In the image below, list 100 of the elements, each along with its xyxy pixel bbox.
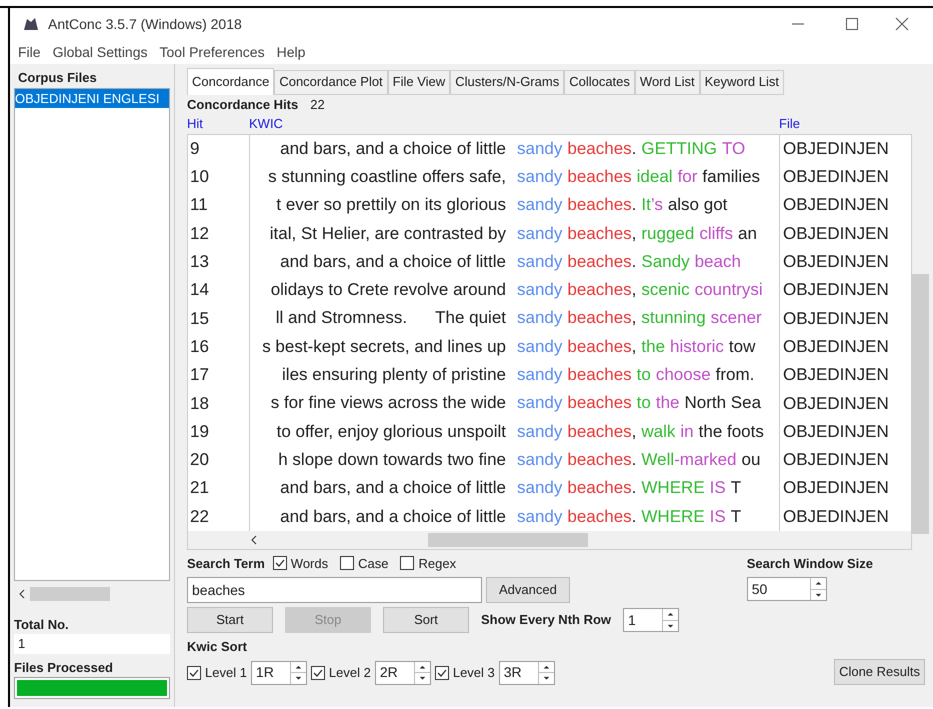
context-word: sandy [517, 166, 562, 187]
context-word: ou [742, 450, 760, 470]
action-button[interactable]: Start [187, 607, 273, 634]
close-icon[interactable] [895, 17, 909, 31]
checkbox[interactable] [187, 666, 201, 680]
app-logo-icon [22, 16, 40, 32]
advanced-button[interactable]: Advanced [486, 577, 570, 604]
context-word: . [632, 195, 636, 216]
context-word: beaches [567, 450, 632, 470]
table-cell-text: OBJEDINJEN [782, 308, 886, 330]
context-word: also got [668, 195, 728, 216]
context-word: from. [716, 365, 754, 386]
context-word: cliffs [699, 224, 734, 244]
table-cell-text: OBJEDINJEN [782, 279, 886, 302]
checkbox[interactable] [272, 556, 287, 570]
context-word: -marked [674, 450, 736, 470]
scrollbar[interactable] [188, 530, 911, 549]
menu-item[interactable]: Global Settings [52, 42, 148, 62]
context-word: ’s [650, 195, 663, 216]
left-context: and bars, and a choice of little [279, 138, 507, 159]
context-word: beach [694, 252, 741, 272]
tab[interactable]: Concordance Plot [274, 70, 388, 94]
context-word: beaches [567, 138, 632, 159]
context-word: sandy [517, 138, 562, 159]
column-header[interactable]: KWIC [249, 114, 779, 134]
context-word: Well [641, 450, 674, 470]
context-word: beaches [567, 166, 632, 187]
panel-title: Corpus Files [17, 69, 98, 87]
tab[interactable]: Keyword List [700, 70, 784, 94]
processed-label: Files Processed [14, 658, 114, 676]
context-word: . [632, 252, 636, 272]
menu-item[interactable]: Help [276, 42, 306, 62]
kwic-sort-label: Kwic Sort [187, 638, 248, 656]
tab[interactable]: Clusters/N-Grams [450, 70, 564, 94]
column-header[interactable]: Hit [187, 114, 249, 134]
checkbox[interactable] [400, 556, 414, 570]
table-cell-text: OBJEDINJEN [782, 449, 886, 472]
context-word: Sandy [641, 252, 690, 272]
table-cell: 9 [188, 134, 250, 163]
level-label: Level 3 [452, 664, 495, 682]
table-cell-text: OBJEDINJEN [782, 506, 886, 528]
checkbox[interactable] [434, 666, 449, 680]
table-cell-text: OBJEDINJEN [782, 477, 886, 500]
left-context: and bars, and a choice of little [279, 506, 507, 526]
table-cell: 10 [188, 162, 250, 192]
action-button[interactable]: Sort [383, 607, 469, 634]
context-word: to [636, 365, 651, 386]
context-word: beaches [567, 280, 632, 300]
checkbox[interactable] [340, 556, 354, 570]
context-word: beaches [567, 393, 632, 414]
context-word: . [632, 138, 636, 159]
left-context: s stunning coastline offers safe, [267, 166, 507, 187]
maximize-icon[interactable] [845, 17, 859, 31]
left-context: olidays to Crete revolve around [270, 280, 507, 300]
search-field[interactable]: beaches [187, 577, 482, 604]
context-word: sandy [517, 393, 562, 414]
left-context: t ever so prettily on its glorious [275, 195, 507, 216]
menu-item[interactable]: Tool Preferences [160, 42, 265, 62]
table-cell: 19 [188, 417, 250, 446]
tab[interactable]: File View [388, 70, 450, 94]
context-word: rugged [641, 224, 694, 244]
scroll-left-icon[interactable] [250, 534, 258, 545]
spin-field[interactable]: 50 [746, 577, 827, 602]
tab[interactable]: Word List [634, 70, 700, 94]
table-cell: 12 [188, 219, 250, 248]
context-word: GETTING [641, 138, 717, 159]
option-label: Regex [418, 554, 456, 573]
context-word: scenic [641, 280, 690, 300]
checkbox[interactable] [310, 666, 325, 680]
context-word: the [641, 336, 666, 357]
scroll-left-icon[interactable] [18, 588, 26, 598]
menu-item[interactable]: File [18, 42, 41, 62]
context-word: the [656, 393, 680, 414]
table-cell: 17 [188, 360, 250, 390]
tab[interactable]: Collocates [564, 70, 635, 94]
spin-field[interactable]: 3R [498, 660, 555, 685]
context-word: sandy [517, 506, 562, 526]
file-item[interactable]: OBJEDINJENI ENGLESI [15, 88, 169, 108]
context-word: IS [710, 506, 726, 526]
option-label: Case [358, 554, 388, 573]
context-word: sandy [517, 336, 562, 357]
table-cell-text: OBJEDINJEN [782, 336, 886, 358]
context-word: countrysi [694, 280, 763, 300]
context-word: It [641, 195, 651, 216]
context-word: for [678, 166, 698, 187]
search-term-label: Search Term [187, 554, 265, 573]
spin-field[interactable]: 1R [250, 660, 307, 685]
context-word: beaches [567, 478, 632, 498]
column-header[interactable]: File [779, 114, 889, 134]
context-word: beaches [567, 224, 632, 244]
clone-results-button[interactable]: Clone Results [834, 658, 925, 685]
tab[interactable]: Concordance [187, 68, 274, 94]
context-word: T [730, 478, 742, 498]
spin-field[interactable]: 1 [623, 608, 680, 632]
spin-field[interactable]: 2R [374, 660, 431, 685]
context-word: , [632, 308, 636, 328]
table-cell: 21 [188, 474, 250, 502]
window-title: AntConc 3.5.7 (Windows) 2018 [48, 14, 242, 34]
context-word: families [702, 166, 760, 187]
table-cell: 13 [188, 248, 250, 276]
